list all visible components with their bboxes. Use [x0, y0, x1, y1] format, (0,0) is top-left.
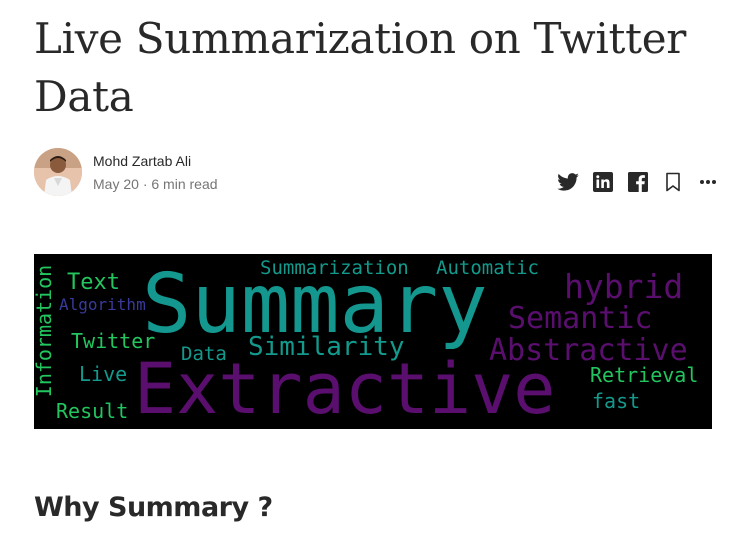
- linkedin-icon: [593, 172, 613, 192]
- word-retrieval: Retrieval: [590, 363, 699, 387]
- section-heading: Why Summary ?: [34, 492, 273, 523]
- post-meta: May 20 · 6 min read: [93, 176, 218, 192]
- word-cloud-image: Summary Extractive Summarization Automat…: [34, 254, 712, 429]
- bookmark-icon: [666, 172, 680, 192]
- twitter-icon: [557, 173, 579, 191]
- word-information: Information: [34, 264, 57, 398]
- post-date: May 20: [93, 176, 139, 192]
- facebook-icon: [628, 172, 648, 192]
- meta-separator: ·: [142, 176, 148, 192]
- bookmark-button[interactable]: [661, 170, 685, 194]
- read-time: 6 min read: [151, 176, 218, 192]
- word-summarization: Summarization: [260, 257, 409, 279]
- word-abstractive: Abstractive: [489, 333, 688, 368]
- linkedin-share-button[interactable]: [591, 170, 615, 194]
- word-text: Text: [67, 270, 120, 295]
- facebook-share-button[interactable]: [626, 170, 650, 194]
- author-row: Mohd Zartab Ali May 20 · 6 min read: [34, 148, 720, 198]
- word-fast: fast: [592, 389, 641, 413]
- more-options-button[interactable]: [696, 170, 720, 194]
- word-automatic: Automatic: [436, 257, 539, 279]
- word-hybrid: hybrid: [564, 267, 684, 306]
- article-title: Live Summarization on Twitter Data: [34, 14, 687, 121]
- word-twitter: Twitter: [71, 329, 156, 353]
- twitter-share-button[interactable]: [556, 170, 580, 194]
- more-icon: [700, 180, 716, 184]
- word-data: Data: [181, 343, 227, 365]
- author-name[interactable]: Mohd Zartab Ali: [93, 153, 191, 169]
- word-result: Result: [56, 399, 129, 423]
- word-similarity: Similarity: [248, 332, 405, 362]
- share-toolbar: [545, 170, 720, 194]
- word-live: Live: [79, 362, 128, 386]
- avatar-image: [34, 148, 82, 196]
- word-semantic: Semantic: [508, 301, 653, 336]
- author-avatar[interactable]: [34, 148, 82, 196]
- word-algorithm: Algorithm: [59, 295, 146, 314]
